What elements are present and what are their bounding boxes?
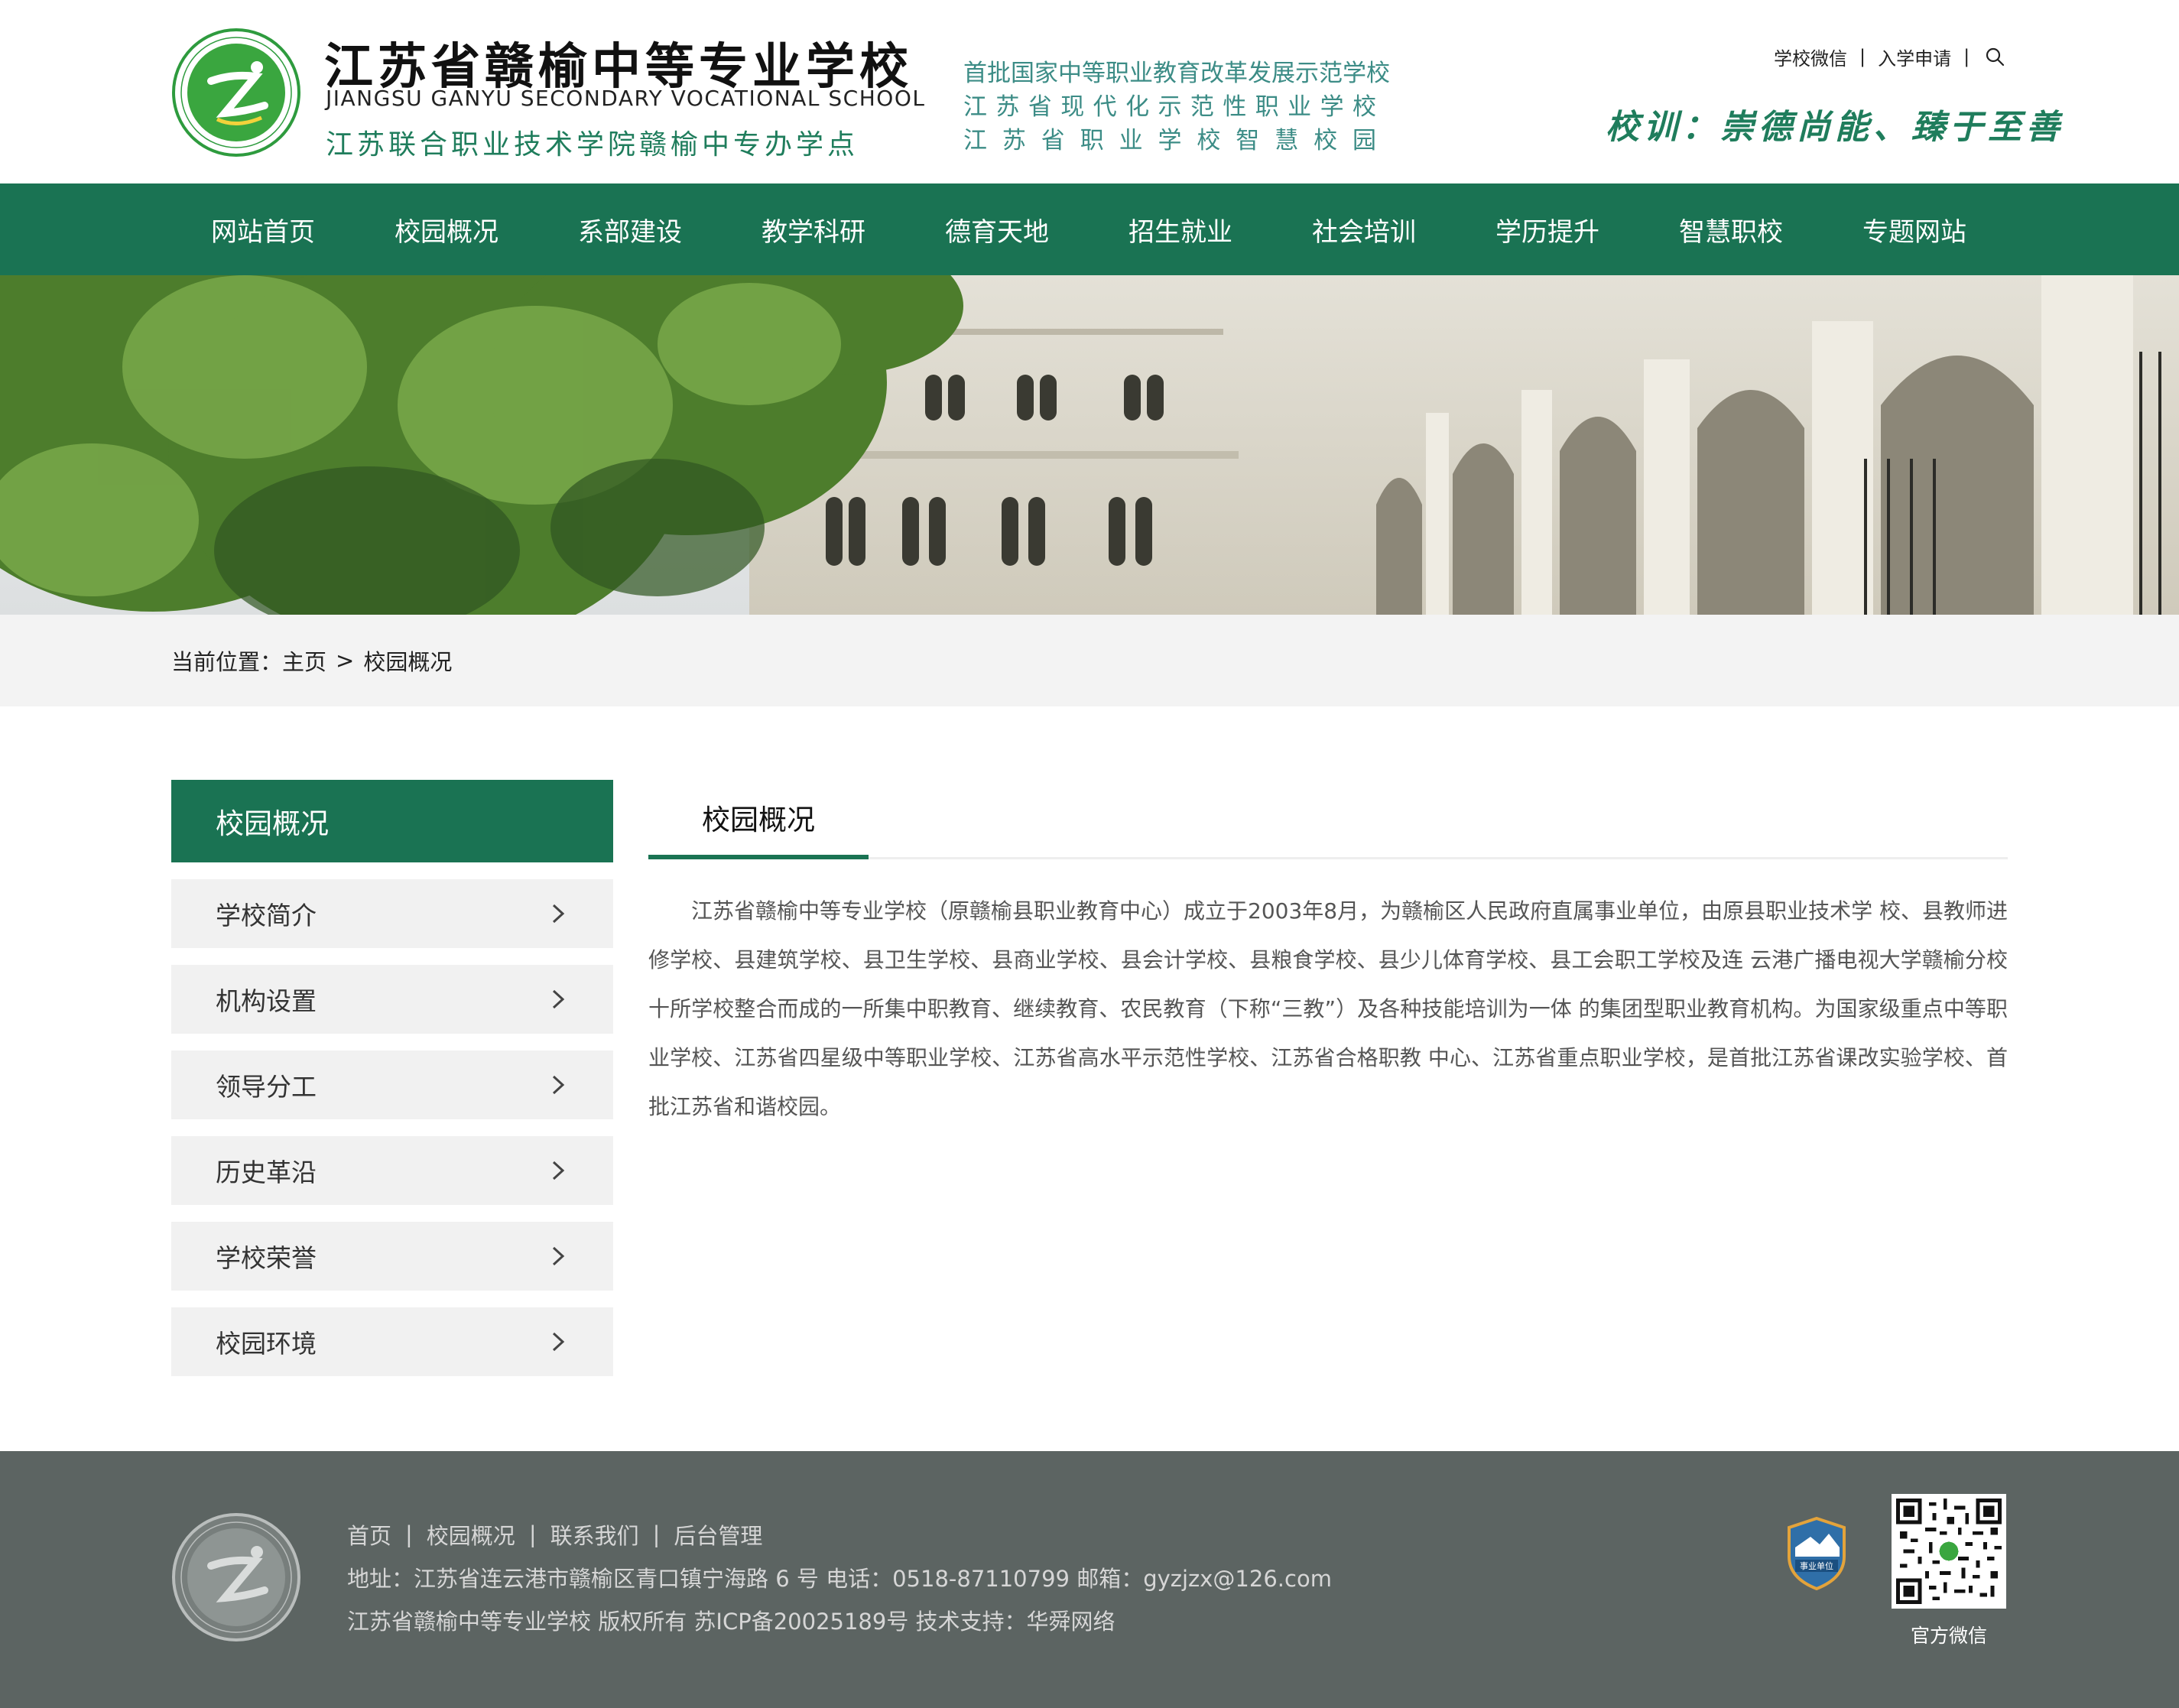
separator: | xyxy=(652,1521,661,1547)
public-institution-badge-icon[interactable]: 事业单位 xyxy=(1786,1517,1847,1590)
sidebar-menu: 学校简介 机构设置 领导分工 历史革沿 学校荣誉 校园环境 xyxy=(171,879,613,1393)
breadcrumb-separator: > xyxy=(336,648,355,674)
separator: | xyxy=(405,1521,413,1547)
badge-text: 事业单位 xyxy=(1800,1560,1833,1571)
nav-item-moral-education[interactable]: 德育天地 xyxy=(905,183,1089,275)
breadcrumb-prefix: 当前位置： xyxy=(171,649,283,675)
school-motto: 校训：崇德尚能、臻于至善 xyxy=(1606,108,2064,147)
honor-line: 江苏省现代化示范性职业学校 xyxy=(963,93,1376,121)
top-utility-links: 学校微信 | 入学申请 | xyxy=(1774,43,2006,70)
sidebar-item-label: 机构设置 xyxy=(216,986,317,1016)
content-tab-bar: 校园概况 xyxy=(648,780,2008,859)
tab-campus-overview[interactable]: 校园概况 xyxy=(648,780,869,859)
chevron-right-icon xyxy=(547,1245,569,1267)
nav-item-admissions-employment[interactable]: 招生就业 xyxy=(1089,183,1272,275)
sidebar-item-history[interactable]: 历史革沿 xyxy=(171,1136,613,1205)
breadcrumb-current: 校园概况 xyxy=(363,649,453,675)
breadcrumb: 当前位置： 主页 > 校园概况 xyxy=(171,615,452,706)
school-emblem-logo[interactable] xyxy=(171,28,301,157)
breadcrumb-home-link[interactable]: 主页 xyxy=(282,645,326,677)
chevron-right-icon xyxy=(547,903,569,924)
sidebar-item-label: 历史革沿 xyxy=(216,1158,317,1187)
sidebar-item-label: 校园环境 xyxy=(216,1329,317,1359)
footer-link-admin[interactable]: 后台管理 xyxy=(674,1518,762,1551)
sidebar-item-label: 学校荣誉 xyxy=(216,1243,317,1273)
search-icon[interactable] xyxy=(1983,45,2006,68)
separator: | xyxy=(528,1521,537,1547)
footer-copyright: 江苏省赣榆中等专业学校 版权所有 苏ICP备20025189号 技术支持：华舜网… xyxy=(347,1609,1115,1635)
separator: | xyxy=(1963,46,1970,67)
chevron-right-icon xyxy=(547,1160,569,1181)
wechat-qr-code[interactable] xyxy=(1892,1494,2006,1609)
sidebar-item-honors[interactable]: 学校荣誉 xyxy=(171,1222,613,1291)
footer-links: 首页 | 校园概况 | 联系我们 | 后台管理 xyxy=(347,1518,762,1551)
nav-item-special-sites[interactable]: 专题网站 xyxy=(1823,183,2006,275)
honor-line: 江苏省职业学校智慧校园 xyxy=(963,127,1376,154)
nav-item-departments[interactable]: 系部建设 xyxy=(538,183,722,275)
chevron-right-icon xyxy=(547,989,569,1010)
school-name-en: JIANGSU GANYU SECONDARY VOCATIONAL SCHOO… xyxy=(326,86,926,111)
sidebar-item-label: 学校简介 xyxy=(216,901,317,930)
chevron-right-icon xyxy=(547,1074,569,1096)
nav-item-degree-upgrade[interactable]: 学历提升 xyxy=(1456,183,1639,275)
school-branch-name: 江苏联合职业技术学院赣榆中专办学点 xyxy=(326,129,859,161)
footer-link-contact[interactable]: 联系我们 xyxy=(550,1518,639,1551)
sidebar-item-leadership[interactable]: 领导分工 xyxy=(171,1050,613,1119)
sidebar-item-label: 领导分工 xyxy=(216,1072,317,1102)
sidebar-title: 校园概况 xyxy=(171,780,613,862)
school-wechat-link[interactable]: 学校微信 xyxy=(1774,44,1847,70)
main-nav: 网站首页 校园概况 系部建设 教学科研 德育天地 招生就业 社会培训 学历提升 … xyxy=(0,183,2179,275)
nav-item-smart-school[interactable]: 智慧职校 xyxy=(1639,183,1823,275)
breadcrumb-bar: 当前位置： 主页 > 校园概况 xyxy=(0,615,2179,706)
nav-item-campus-overview[interactable]: 校园概况 xyxy=(355,183,538,275)
site-footer: 首页 | 校园概况 | 联系我们 | 后台管理 地址：江苏省连云港市赣榆区青口镇… xyxy=(0,1451,2179,1708)
site-header: 江苏省赣榆中等专业学校 JIANGSU GANYU SECONDARY VOCA… xyxy=(0,0,2179,183)
footer-emblem-logo xyxy=(172,1513,300,1641)
qr-label: 官方微信 xyxy=(1910,1625,1987,1647)
article-body: 江苏省赣榆中等专业学校（原赣榆县职业教育中心）成立于2003年8月，为赣榆区人民… xyxy=(648,898,2008,1119)
nav-item-teaching-research[interactable]: 教学科研 xyxy=(722,183,905,275)
nav-item-social-training[interactable]: 社会培训 xyxy=(1272,183,1456,275)
chevron-right-icon xyxy=(547,1331,569,1352)
sidebar-item-campus-environment[interactable]: 校园环境 xyxy=(171,1307,613,1376)
footer-link-campus-overview[interactable]: 校园概况 xyxy=(427,1518,515,1551)
school-honors: 首批国家中等职业教育改革发展示范学校 江苏省现代化示范性职业学校 江苏省职业学校… xyxy=(963,57,1390,157)
footer-address: 地址：江苏省连云港市赣榆区青口镇宁海路 6 号 电话：0518-87110799… xyxy=(347,1566,1332,1592)
nav-item-home[interactable]: 网站首页 xyxy=(171,183,355,275)
separator: | xyxy=(1859,46,1866,67)
banner-image xyxy=(0,275,2179,615)
admission-apply-link[interactable]: 入学申请 xyxy=(1878,44,1951,70)
sidebar-item-school-intro[interactable]: 学校简介 xyxy=(171,879,613,948)
honor-line: 首批国家中等职业教育改革发展示范学校 xyxy=(963,60,1390,87)
sidebar-item-organization[interactable]: 机构设置 xyxy=(171,965,613,1034)
footer-link-home[interactable]: 首页 xyxy=(347,1518,391,1551)
